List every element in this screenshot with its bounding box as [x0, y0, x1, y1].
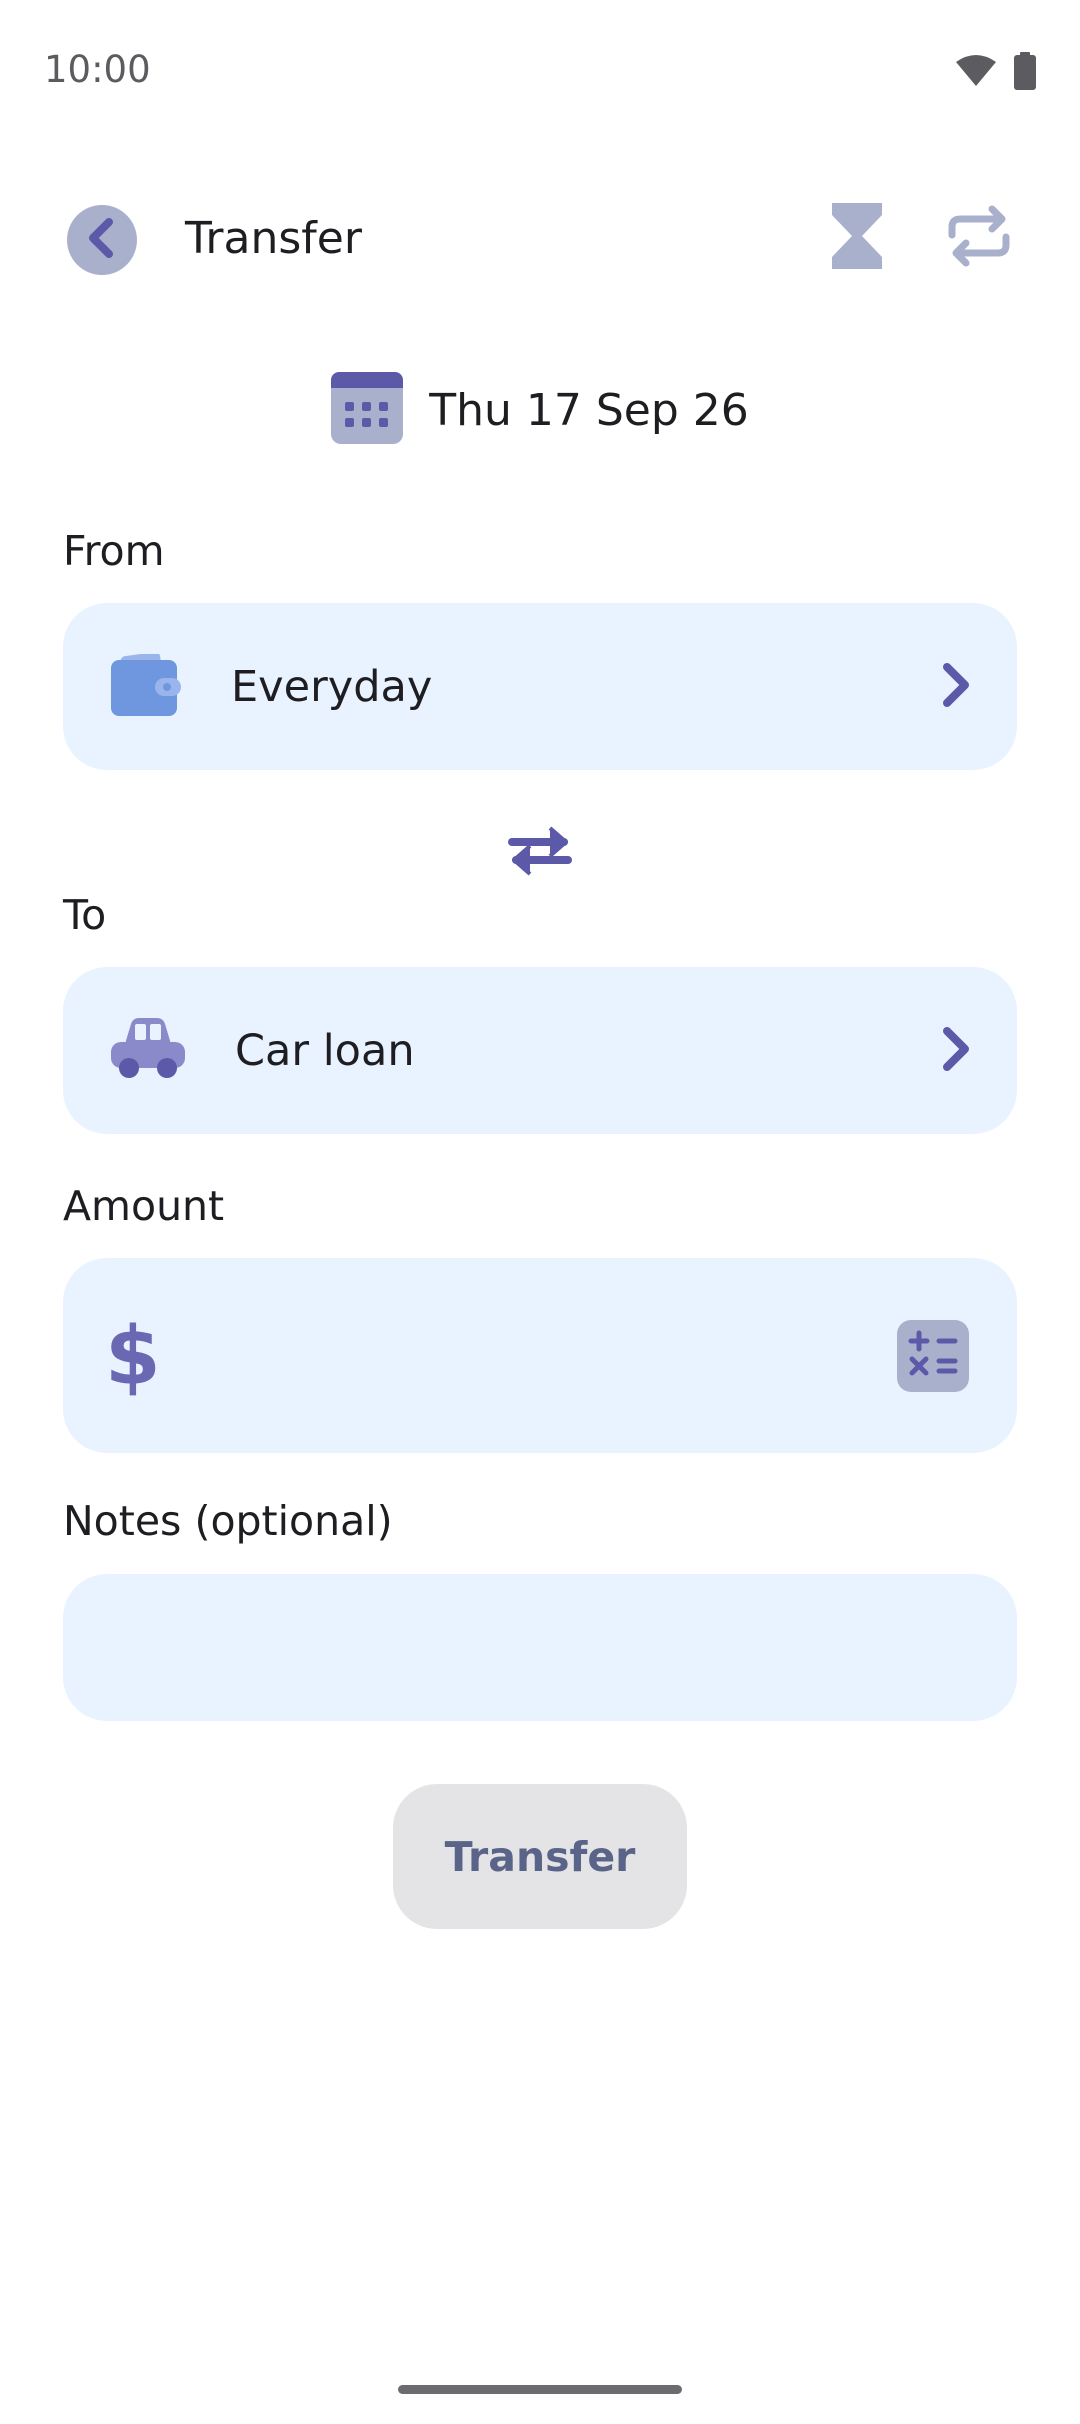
date-text: Thu 17 Sep 26: [429, 384, 749, 436]
recurring-button[interactable]: [944, 203, 1014, 273]
battery-icon: [1014, 52, 1036, 94]
calculator-icon: [906, 1329, 960, 1383]
status-time: 10:00: [44, 48, 151, 91]
notes-input[interactable]: [63, 1574, 1017, 1721]
from-account-selector[interactable]: Everyday: [63, 603, 1017, 770]
to-account-selector[interactable]: Car loan: [63, 967, 1017, 1134]
wallet-icon: [111, 651, 181, 720]
chevron-left-icon: [85, 218, 119, 262]
swap-accounts-button[interactable]: [505, 818, 575, 888]
date-picker[interactable]: Thu 17 Sep 26: [0, 370, 1080, 450]
status-icons: [956, 52, 1036, 94]
calculator-button[interactable]: [897, 1319, 969, 1392]
from-account-name: Everyday: [231, 661, 433, 712]
notes-field[interactable]: [63, 1574, 1017, 1721]
calendar-icon: [331, 372, 404, 448]
wifi-icon: [956, 54, 996, 92]
chevron-right-icon: [941, 662, 971, 711]
car-icon: [111, 1017, 185, 1084]
back-button[interactable]: [67, 205, 137, 275]
swap-arrows-icon: [508, 822, 572, 884]
from-label: From: [63, 527, 165, 575]
home-indicator[interactable]: [398, 2385, 682, 2394]
transfer-button[interactable]: Transfer: [393, 1784, 687, 1929]
hourglass-icon: [832, 203, 882, 273]
chevron-right-icon: [941, 1026, 971, 1075]
schedule-button[interactable]: [827, 203, 887, 273]
notes-label: Notes (optional): [63, 1497, 393, 1545]
to-label: To: [63, 891, 107, 939]
repeat-icon: [946, 203, 1012, 273]
amount-field[interactable]: $: [63, 1258, 1017, 1453]
page-title: Transfer: [185, 213, 362, 264]
dollar-icon: $: [105, 1309, 161, 1402]
to-account-name: Car loan: [235, 1025, 415, 1076]
amount-label: Amount: [63, 1182, 225, 1230]
